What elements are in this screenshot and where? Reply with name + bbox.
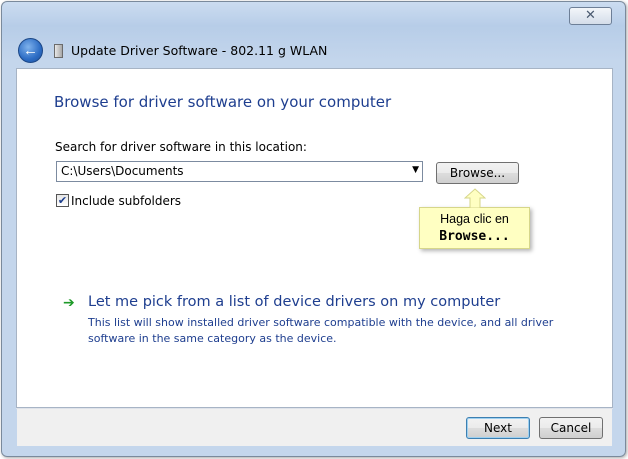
cancel-button[interactable]: Cancel [539,417,603,439]
location-combobox[interactable]: C:\Users\Documents ▼ [56,161,423,182]
back-button[interactable]: ← [18,38,43,63]
instruction-callout: Haga clic en Browse... [419,188,530,249]
location-value[interactable]: C:\Users\Documents [61,164,184,178]
search-location-label: Search for driver software in this locat… [55,140,307,154]
include-subfolders-checkbox[interactable]: ✔ [56,194,69,207]
green-arrow-icon[interactable]: ➔ [63,295,75,311]
callout-line-2: Browse... [439,229,510,244]
dialog-footer: Next Cancel [17,409,612,446]
page-heading: Browse for driver software on your compu… [54,93,392,111]
dialog-window: ✕ ← Update Driver Software - 802.11 g WL… [1,1,626,457]
checkmark-icon: ✔ [57,194,68,207]
chevron-down-icon[interactable]: ▼ [412,165,419,175]
callout-line-1: Haga clic en [440,212,509,226]
title-row: ← Update Driver Software - 802.11 g WLAN [16,36,606,66]
browse-button[interactable]: Browse... [436,162,519,184]
content-panel: Browse for driver software on your compu… [16,68,613,408]
callout-pointer-icon [464,188,486,208]
close-icon: ✕ [585,8,596,23]
pick-from-list-link[interactable]: Let me pick from a list of device driver… [88,294,500,310]
back-arrow-icon: ← [23,42,38,59]
next-button[interactable]: Next [466,417,530,439]
close-button[interactable]: ✕ [569,7,612,25]
device-icon [54,44,63,58]
pick-from-list-description: This list will show installed driver sof… [88,316,554,345]
window-title: Update Driver Software - 802.11 g WLAN [71,43,328,58]
include-subfolders-label[interactable]: Include subfolders [71,194,181,208]
